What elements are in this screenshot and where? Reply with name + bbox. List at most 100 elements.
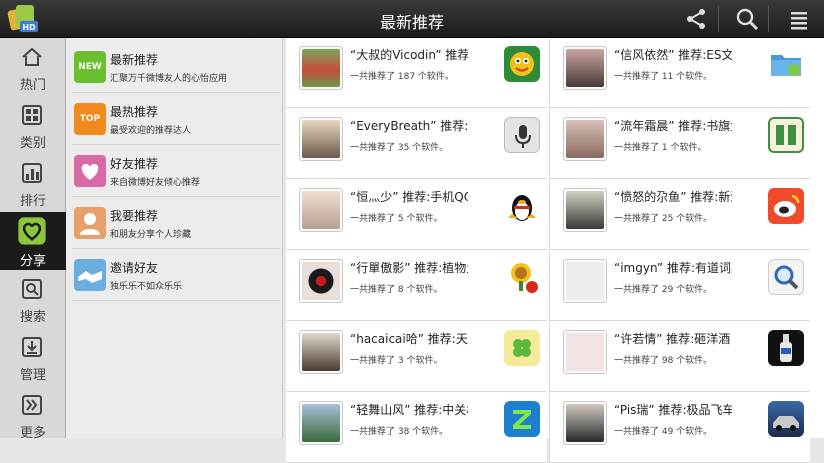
submenu-item-friends[interactable]: 好友推荐 来自微博好友倾心推荐 bbox=[72, 146, 280, 197]
person-icon bbox=[74, 207, 106, 239]
avatar bbox=[563, 401, 607, 445]
card-count: 一共推荐了 38 个软件。 bbox=[350, 427, 449, 437]
folder-icon bbox=[768, 46, 804, 82]
card-title: “EveryBreath” 推荐:语音 bbox=[350, 119, 468, 133]
recommendation-grid: “大叔的Vicodin” 推荐:蛇 一共推荐了 187 个软件。 “信风依然” … bbox=[286, 38, 824, 463]
submenu-title: 邀请好友 bbox=[110, 261, 159, 275]
submenu-item-hottest[interactable]: TOP 最热推荐 最受欢迎的推荐达人 bbox=[72, 94, 280, 145]
card-title: “许若情” 推荐:砸洋酒！ bbox=[614, 332, 732, 346]
submenu-title: 我要推荐 bbox=[110, 209, 159, 223]
avatar bbox=[299, 117, 343, 161]
share-icon[interactable] bbox=[683, 6, 709, 32]
submenu-desc: 来自微博好友倾心推荐 bbox=[110, 178, 201, 188]
avatar bbox=[299, 188, 343, 232]
toolbar-divider bbox=[768, 6, 769, 32]
recommendation-card[interactable]: “Pis瑞” 推荐:极品飞车 一共推荐了 49 个软件。 bbox=[549, 393, 810, 463]
avatar bbox=[563, 46, 607, 90]
nav-item-category[interactable]: 类别 bbox=[0, 96, 66, 154]
nav-label: 更多 bbox=[19, 426, 46, 441]
sunflower-icon bbox=[504, 259, 540, 295]
submenu-desc: 和朋友分享个人珍藏 bbox=[110, 230, 192, 240]
nav-item-manage[interactable]: 管理 bbox=[0, 328, 66, 386]
download-icon bbox=[22, 337, 42, 357]
recommendation-card[interactable]: “信风依然” 推荐:ES文件 一共推荐了 11 个软件。 bbox=[549, 38, 810, 108]
recommendation-card[interactable]: “愤怒的尕鱼” 推荐:新浪微博 一共推荐了 25 个软件。 bbox=[549, 180, 810, 250]
submenu-title: 最热推荐 bbox=[110, 105, 159, 119]
card-count: 一共推荐了 1 个软件。 bbox=[614, 143, 707, 153]
card-count: 一共推荐了 8 个软件。 bbox=[350, 285, 443, 295]
new-badge-icon: NEW bbox=[74, 51, 106, 83]
recommendation-card[interactable]: “流年霜晨” 推荐:书旗免费 一共推荐了 1 个软件。 bbox=[549, 109, 810, 179]
qq-penguin-icon bbox=[504, 188, 540, 224]
nav-label: 热门 bbox=[19, 78, 46, 93]
recommendation-card[interactable]: “行單傲影” 推荐:植物大战 一共推荐了 8 个软件。 bbox=[286, 251, 547, 321]
recommendation-card[interactable]: “imgyn” 推荐:有道词典 一共推荐了 29 个软件。 bbox=[549, 251, 810, 321]
nav-item-ranking[interactable]: 排行 bbox=[0, 154, 66, 212]
heart-icon bbox=[18, 217, 46, 245]
microphone-icon bbox=[504, 117, 540, 153]
card-count: 一共推荐了 29 个软件。 bbox=[614, 285, 713, 295]
avatar bbox=[563, 117, 607, 161]
card-count: 一共推荐了 35 个软件。 bbox=[350, 143, 449, 153]
avatar bbox=[563, 259, 607, 303]
share-submenu: NEW 最新推荐 汇聚万千微博友人的心怡应用 TOP 最热推荐 最受欢迎的推荐达… bbox=[66, 38, 283, 438]
avatar bbox=[563, 330, 607, 374]
nav-label: 分享 bbox=[19, 254, 46, 269]
submenu-item-latest[interactable]: NEW 最新推荐 汇聚万千微博友人的心怡应用 bbox=[72, 42, 280, 93]
recommendation-card[interactable]: “大叔的Vicodin” 推荐:蛇 一共推荐了 187 个软件。 bbox=[286, 38, 547, 108]
search-icon[interactable] bbox=[734, 6, 760, 32]
handshake-icon bbox=[74, 259, 106, 291]
ranking-icon bbox=[22, 163, 42, 183]
nav-label: 管理 bbox=[19, 368, 46, 383]
top-badge-icon: TOP bbox=[74, 103, 106, 135]
nav-item-more[interactable]: 更多 bbox=[0, 386, 66, 444]
card-title: “信风依然” 推荐:ES文件 bbox=[614, 48, 732, 62]
card-count: 一共推荐了 3 个软件。 bbox=[350, 356, 443, 366]
toolbar-divider bbox=[718, 6, 719, 32]
dictionary-icon bbox=[768, 259, 804, 295]
card-title: “imgyn” 推荐:有道词典 bbox=[614, 261, 732, 275]
card-title: “轻舞山风” 推荐:中关村 bbox=[350, 403, 468, 417]
recommendation-card[interactable]: “恒灬少” 推荐:手机QQ 一共推荐了 5 个软件。 bbox=[286, 180, 547, 250]
card-title: “行單傲影” 推荐:植物大战 bbox=[350, 261, 468, 275]
submenu-title: 最新推荐 bbox=[110, 53, 159, 67]
nav-item-hot[interactable]: 热门 bbox=[0, 38, 66, 96]
recommendation-card[interactable]: “许若情” 推荐:砸洋酒！ 一共推荐了 98 个软件。 bbox=[549, 322, 810, 392]
clover-icon bbox=[504, 330, 540, 366]
z-app-icon bbox=[504, 401, 540, 437]
card-count: 一共推荐了 25 个软件。 bbox=[614, 214, 713, 224]
card-title: “流年霜晨” 推荐:书旗免费 bbox=[614, 119, 732, 133]
card-title: “大叔的Vicodin” 推荐:蛇 bbox=[350, 48, 468, 62]
left-nav-rail: 热门 类别 排行 分享 搜索 管理 更多 bbox=[0, 38, 66, 441]
nav-label: 类别 bbox=[19, 136, 46, 151]
action-bar: HD 最新推荐 bbox=[0, 0, 824, 38]
recommendation-card[interactable]: “hacaicai哈” 推荐:天天 一共推荐了 3 个软件。 bbox=[286, 322, 547, 392]
nav-label: 排行 bbox=[19, 194, 46, 209]
recommendation-card[interactable]: “EveryBreath” 推荐:语音 一共推荐了 35 个软件。 bbox=[286, 109, 547, 179]
nav-label: 搜索 bbox=[19, 310, 46, 325]
avatar bbox=[299, 330, 343, 374]
card-title: “Pis瑞” 推荐:极品飞车 bbox=[614, 403, 732, 417]
menu-icon[interactable] bbox=[786, 6, 812, 32]
weibo-icon bbox=[768, 188, 804, 224]
submenu-item-invite[interactable]: 邀请好友 独乐乐不如众乐乐 bbox=[72, 250, 280, 301]
racing-game-icon bbox=[768, 401, 804, 437]
avatar bbox=[299, 259, 343, 303]
avatar bbox=[299, 401, 343, 445]
recommendation-card[interactable]: “轻舞山风” 推荐:中关村 一共推荐了 38 个软件。 bbox=[286, 393, 547, 463]
hearts-icon bbox=[74, 155, 106, 187]
card-title: “hacaicai哈” 推荐:天天 bbox=[350, 332, 468, 346]
submenu-item-recommend[interactable]: 我要推荐 和朋友分享个人珍藏 bbox=[72, 198, 280, 249]
submenu-desc: 独乐乐不如众乐乐 bbox=[110, 282, 183, 292]
card-count: 一共推荐了 49 个软件。 bbox=[614, 427, 713, 437]
nav-item-share[interactable]: 分享 bbox=[0, 212, 66, 270]
bottle-icon bbox=[768, 330, 804, 366]
snake-game-icon bbox=[504, 46, 540, 82]
grid-icon bbox=[22, 105, 42, 125]
nav-item-search[interactable]: 搜索 bbox=[0, 270, 66, 328]
avatar bbox=[299, 46, 343, 90]
submenu-desc: 最受欢迎的推荐达人 bbox=[110, 126, 192, 136]
card-title: “愤怒的尕鱼” 推荐:新浪微博 bbox=[614, 190, 732, 204]
card-count: 一共推荐了 98 个软件。 bbox=[614, 356, 713, 366]
more-icon bbox=[22, 395, 42, 415]
